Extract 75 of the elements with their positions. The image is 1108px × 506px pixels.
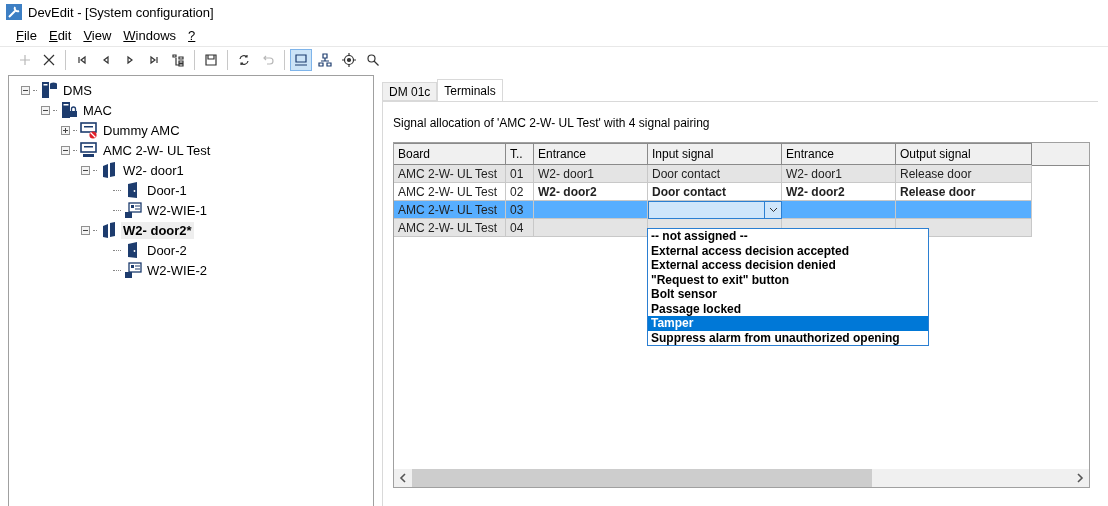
search-icon [366, 53, 380, 67]
caption-text: Signal allocation of 'AMC 2-W- UL Test' with 4 signal pairing [393, 116, 711, 130]
menu-item[interactable]: View [83, 27, 112, 43]
table-cell: Release door [896, 165, 1032, 183]
expander-icon[interactable] [81, 165, 90, 175]
target-icon [342, 53, 356, 67]
menu-item[interactable]: Edit [48, 27, 72, 43]
table-cell: 02 [506, 183, 534, 201]
tree-item[interactable]: MAC [81, 101, 114, 119]
tree-item[interactable]: W2-WIE-2 [145, 261, 209, 279]
tree-item[interactable]: DMS [61, 81, 94, 99]
expander-icon[interactable] [41, 105, 50, 115]
tree-item[interactable]: Dummy AMC [101, 121, 182, 139]
table-cell: AMC 2-W- UL Test [394, 165, 506, 183]
window-title: DevEdit - [System configuration] [28, 4, 214, 20]
controller-lock-icon [60, 101, 78, 119]
refresh-icon [237, 53, 251, 67]
server-icon [40, 81, 58, 99]
scroll-left-icon[interactable] [399, 473, 407, 483]
tree-item[interactable]: Door-2 [145, 241, 189, 259]
chevron-down-icon [768, 207, 778, 213]
expander-icon[interactable] [61, 145, 70, 155]
menu-item[interactable]: File [16, 27, 37, 43]
column-header[interactable]: Board [394, 143, 506, 165]
add-icon [18, 53, 32, 67]
tree-item[interactable]: W2-WIE-1 [145, 201, 209, 219]
computer-icon [294, 53, 308, 67]
close-icon [42, 53, 56, 67]
menu-item[interactable]: ? [188, 27, 196, 43]
tree-item[interactable]: W2- door2* [121, 221, 194, 239]
double-door-icon [100, 221, 118, 239]
dropdown-option[interactable]: Tamper [648, 316, 928, 331]
tab[interactable]: DM 01c [382, 82, 438, 101]
blocked-board-icon [80, 121, 98, 139]
column-header[interactable]: Output signal [896, 143, 1032, 165]
table-cell: W2- door1 [534, 165, 648, 183]
table-cell: Door contact [648, 165, 782, 183]
table-cell: AMC 2-W- UL Test [394, 183, 506, 201]
tab[interactable]: Terminals [437, 79, 503, 101]
table-cell: W2- door2 [534, 183, 648, 201]
column-header[interactable]: Input signal [648, 143, 782, 165]
column-header[interactable]: T.. [506, 143, 534, 165]
table-cell: W2- door1 [782, 165, 896, 183]
scroll-right-icon[interactable] [1076, 473, 1084, 483]
tree-item[interactable]: Door-1 [145, 181, 189, 199]
tree-item[interactable]: W2- door1 [121, 161, 186, 179]
table-cell: 04 [506, 219, 534, 237]
header-filler [1032, 143, 1089, 166]
card-reader-icon [124, 201, 142, 219]
horizontal-scrollbar[interactable] [394, 469, 1089, 487]
expander-icon[interactable] [61, 125, 70, 135]
first-icon [75, 53, 89, 67]
table-cell: Release door [896, 183, 1032, 201]
table-cell: 01 [506, 165, 534, 183]
card-reader-icon [124, 261, 142, 279]
double-door-icon [100, 161, 118, 179]
save-icon [204, 53, 218, 67]
board-icon [80, 141, 98, 159]
tree-item[interactable]: AMC 2-W- UL Test [101, 141, 213, 159]
last-icon [147, 53, 161, 67]
undo-icon [261, 53, 275, 67]
menu-item[interactable]: Windows [123, 27, 177, 43]
table-cell: Door contact [648, 183, 782, 201]
signal-dropdown[interactable] [648, 201, 782, 219]
table-cell: AMC 2-W- UL Test [394, 219, 506, 237]
column-header[interactable]: Entrance [534, 143, 648, 165]
table-cell: AMC 2-W- UL Test [394, 201, 506, 219]
table-cell: W2- door2 [782, 183, 896, 201]
table-cell: 03 [506, 201, 534, 219]
expander-icon[interactable] [21, 85, 30, 95]
tree-icon [171, 53, 185, 67]
column-header[interactable]: Entrance [782, 143, 896, 165]
network-icon [318, 53, 332, 67]
expander-icon[interactable] [81, 225, 90, 235]
wrench-icon [6, 4, 22, 20]
